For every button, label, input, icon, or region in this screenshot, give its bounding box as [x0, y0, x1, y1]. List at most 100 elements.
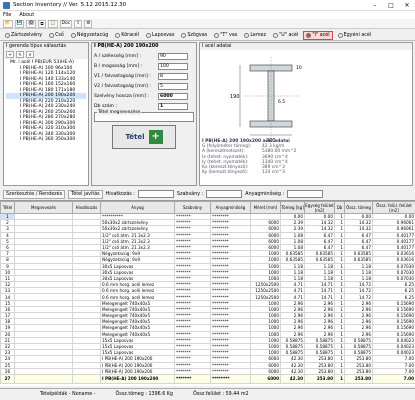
field-label: A / szélesség [mm] :: [94, 53, 141, 59]
total-cell: 27: [0, 373, 15, 384]
prop-key: Ky (kereszt.tényező):: [202, 170, 249, 176]
filter-label: Anyagminőség :: [245, 191, 285, 197]
menu-about[interactable]: About: [19, 12, 34, 18]
column-header[interactable]: Egység felület [m2]: [304, 201, 335, 214]
table-cell: 1250x2500: [250, 281, 281, 289]
shape-label: Zártszelvény: [11, 32, 43, 38]
shape-negyzetacug[interactable]: Négyzetacúg: [69, 31, 110, 40]
standard-select[interactable]: [206, 190, 243, 198]
filter-label: Hivatkozás :: [105, 191, 135, 197]
radio-icon: [273, 32, 279, 38]
shape-i-acel[interactable]: "I" acél: [303, 30, 333, 40]
wall2-input[interactable]: 5: [158, 82, 188, 90]
status-file: Tételpéldák - Noname -: [40, 392, 96, 397]
paste-icon[interactable]: 📋: [47, 19, 58, 28]
i-beam-diagram: 190 200 10 6.5: [230, 57, 302, 143]
close-icon[interactable]: ✕: [399, 2, 415, 9]
column-header[interactable]: Tömeg [kg]: [280, 201, 305, 214]
total-row[interactable]: 27 I PB(HE-A) 200 190x200 ******* ******** 6…: [0, 373, 415, 384]
shape-label: "U" acél: [279, 32, 299, 38]
column-header[interactable]: Tétel: [0, 201, 15, 214]
total-cell: 253.80: [344, 373, 373, 384]
app-icon: [3, 1, 10, 9]
dim-web: 6.5: [278, 99, 285, 105]
total-cell: 42.30: [280, 373, 305, 384]
radio-icon: [5, 32, 10, 38]
window-title: Section Inventory // Ver. 5.12 2015.12.3…: [13, 2, 127, 8]
table-cell: 1250x2500: [250, 287, 281, 295]
total-cell: 1: [334, 373, 345, 384]
panel-title: I acél adatai: [200, 43, 412, 50]
column-header[interactable]: Megnevezés: [14, 201, 73, 214]
edit-icon[interactable]: ✎: [16, 51, 24, 58]
steel-properties: I PB(HE-A) 200 190x200 acél adatai G (fo…: [202, 139, 297, 175]
section-title: I PB(HE-A) 200 190x200: [94, 44, 159, 49]
height-input[interactable]: 100: [158, 62, 188, 70]
delete-icon[interactable]: ✕: [26, 51, 34, 58]
length-input[interactable]: 6000: [158, 92, 188, 100]
shape-u-acel[interactable]: "U" acél: [271, 31, 300, 40]
save-icon[interactable]: 💾: [14, 19, 25, 28]
shape-koracel[interactable]: Köracél: [113, 31, 141, 40]
tab-edit-sort[interactable]: Szerkesztés / Rendezés: [3, 189, 66, 199]
type-selector-panel: I gerenda típus választás + ✎ ✕ Mr. i ac…: [3, 42, 89, 186]
shape-label: "I" acél: [312, 32, 330, 38]
filter-label: Szabvány :: [176, 191, 204, 197]
maximize-icon[interactable]: □: [383, 2, 399, 9]
total-cell: I PB(HE-A) 200 190x200: [100, 373, 175, 384]
open-icon[interactable]: 📂: [3, 19, 13, 28]
quantity-input[interactable]: 1: [158, 102, 188, 110]
column-header[interactable]: Szabvány: [174, 201, 211, 214]
field-label: Szelvény hossza [mm] :: [94, 93, 149, 99]
type-tree: Mr. i acél I PB(EUR 53)HE-A) I PB(HE-A) …: [4, 59, 88, 144]
dimension-panel: I PB(HE-A) 200 190x200 A / szélesség [mm…: [91, 42, 197, 186]
shape-t-vas[interactable]: "T" vas: [212, 31, 239, 40]
item-name-input[interactable]: Tétel megnevezése: [94, 110, 194, 122]
copy-icon[interactable]: ⧉: [37, 19, 46, 28]
column-header[interactable]: Anyagminőség: [210, 201, 251, 214]
item-name-label: Tétel megnevezése: [97, 110, 142, 115]
total-cell: 7.00: [372, 373, 415, 384]
column-header[interactable]: Hivatkozás: [72, 201, 101, 214]
status-weight: Össz.tömeg : 1396.6 Kg: [115, 392, 173, 397]
width-input[interactable]: 90: [158, 52, 188, 60]
shape-szogvas[interactable]: Szögvas: [179, 31, 209, 40]
wall1-input[interactable]: 8: [158, 72, 188, 80]
print-icon[interactable]: 🖨: [26, 19, 36, 28]
column-header[interactable]: Össz. tömeg: [344, 201, 373, 214]
add-item-button[interactable]: Tétel +: [112, 125, 176, 149]
minimize-icon[interactable]: –: [367, 2, 383, 9]
total-cell: 6000: [250, 373, 281, 384]
radio-icon: [244, 32, 250, 38]
column-header[interactable]: Méret [mm]: [250, 201, 281, 214]
shape-label: Szögvas: [187, 32, 208, 38]
radio-icon: [115, 32, 121, 38]
total-cell: [72, 373, 101, 384]
plus-icon: +: [148, 130, 163, 144]
total-cell: 253.80: [304, 373, 335, 384]
shape-cso[interactable]: Cső: [47, 31, 66, 40]
add-icon[interactable]: +: [6, 51, 14, 58]
export-icon[interactable]: ⇪: [74, 19, 83, 28]
shape-zartszelveny[interactable]: Zártszelvény: [3, 31, 44, 40]
shape-lemez[interactable]: Lemez: [242, 31, 268, 40]
reference-select[interactable]: [137, 190, 174, 198]
radio-icon: [70, 32, 76, 38]
shape-label: Lemez: [250, 32, 267, 38]
shape-laposvas[interactable]: Laposvas: [144, 31, 176, 40]
column-header[interactable]: Össz. felül. felület [m2]: [372, 201, 415, 214]
menu-file[interactable]: File: [3, 12, 11, 18]
settings-icon[interactable]: ⚙: [84, 19, 93, 28]
shape-egyeni-acel[interactable]: Egyéni acél: [336, 31, 374, 40]
dim-flange: 10: [296, 65, 302, 71]
radio-icon: [337, 32, 343, 38]
material-select[interactable]: [287, 190, 324, 198]
doc-button[interactable]: Doc: [59, 19, 73, 28]
tab-item-fix[interactable]: Tétel javítás: [68, 189, 103, 199]
column-header[interactable]: Anyag: [100, 201, 175, 214]
tree-item[interactable]: I PB(HE-A) 360 350x300: [6, 137, 86, 143]
shape-label: "T" vas: [220, 32, 238, 38]
column-header[interactable]: Db: [334, 201, 345, 214]
field-label: Db szám :: [94, 103, 118, 109]
radio-icon: [145, 32, 151, 38]
